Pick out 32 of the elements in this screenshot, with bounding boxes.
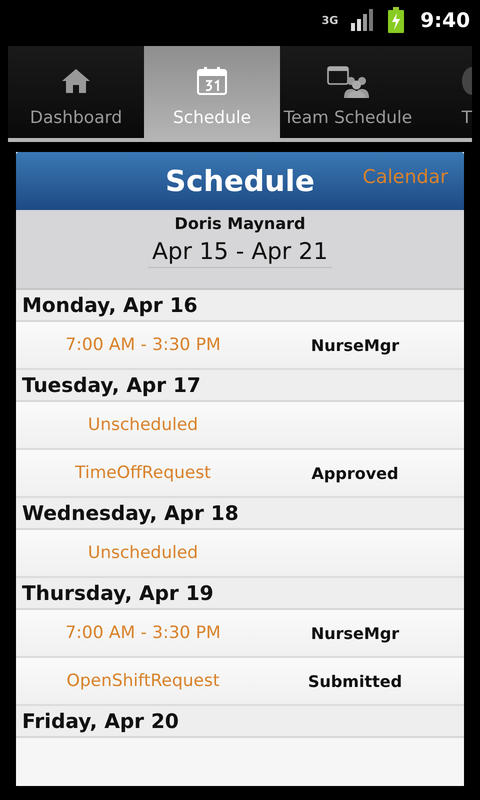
- entry-label: Unscheduled: [86, 415, 200, 435]
- tab[interactable]: Team Schedule: [280, 46, 416, 138]
- clock: 9:40: [420, 8, 470, 32]
- schedule-row[interactable]: OpenShiftRequest Submitted: [16, 658, 464, 706]
- day-label: Friday, Apr 20: [22, 709, 179, 733]
- day-label: Wednesday, Apr 18: [22, 501, 239, 525]
- round-icon: [462, 67, 472, 95]
- day-label: Tuesday, Apr 17: [22, 373, 201, 397]
- entry-status: NurseMgr: [310, 336, 400, 354]
- calendar-people-icon: [327, 64, 369, 98]
- day-label: Thursday, Apr 19: [22, 581, 214, 605]
- entry-label: TimeOffRequest: [74, 463, 212, 483]
- entry-status: NurseMgr: [310, 624, 400, 642]
- network-type: 3G: [322, 14, 338, 26]
- entry-status: Approved: [310, 464, 400, 482]
- entry-label: Unscheduled: [86, 543, 200, 563]
- schedule-row[interactable]: 7:00 AM - 3:30 PM NurseMgr: [16, 610, 464, 658]
- calendar-icon: [197, 67, 227, 95]
- entry-status: Submitted: [306, 672, 404, 690]
- tab[interactable]: T: [416, 46, 472, 138]
- screen-title: Schedule: [165, 164, 315, 198]
- entry-label: 7:00 AM - 3:30 PM: [64, 335, 222, 355]
- schedule-row[interactable]: TimeOffRequest Approved: [16, 450, 464, 498]
- week-range: Apr 15 - Apr 21: [148, 239, 332, 268]
- employee-name: Doris Maynard: [174, 214, 306, 233]
- home-icon: [61, 68, 91, 94]
- entry-label: 7:00 AM - 3:30 PM: [64, 623, 222, 643]
- tab[interactable]: Dashboard: [8, 46, 144, 138]
- battery-icon: [388, 7, 404, 33]
- schedule-row[interactable]: 7:00 AM - 3:30 PM NurseMgr: [16, 322, 464, 370]
- entry-label: OpenShiftRequest: [65, 671, 221, 691]
- day-label: Monday, Apr 16: [22, 293, 198, 317]
